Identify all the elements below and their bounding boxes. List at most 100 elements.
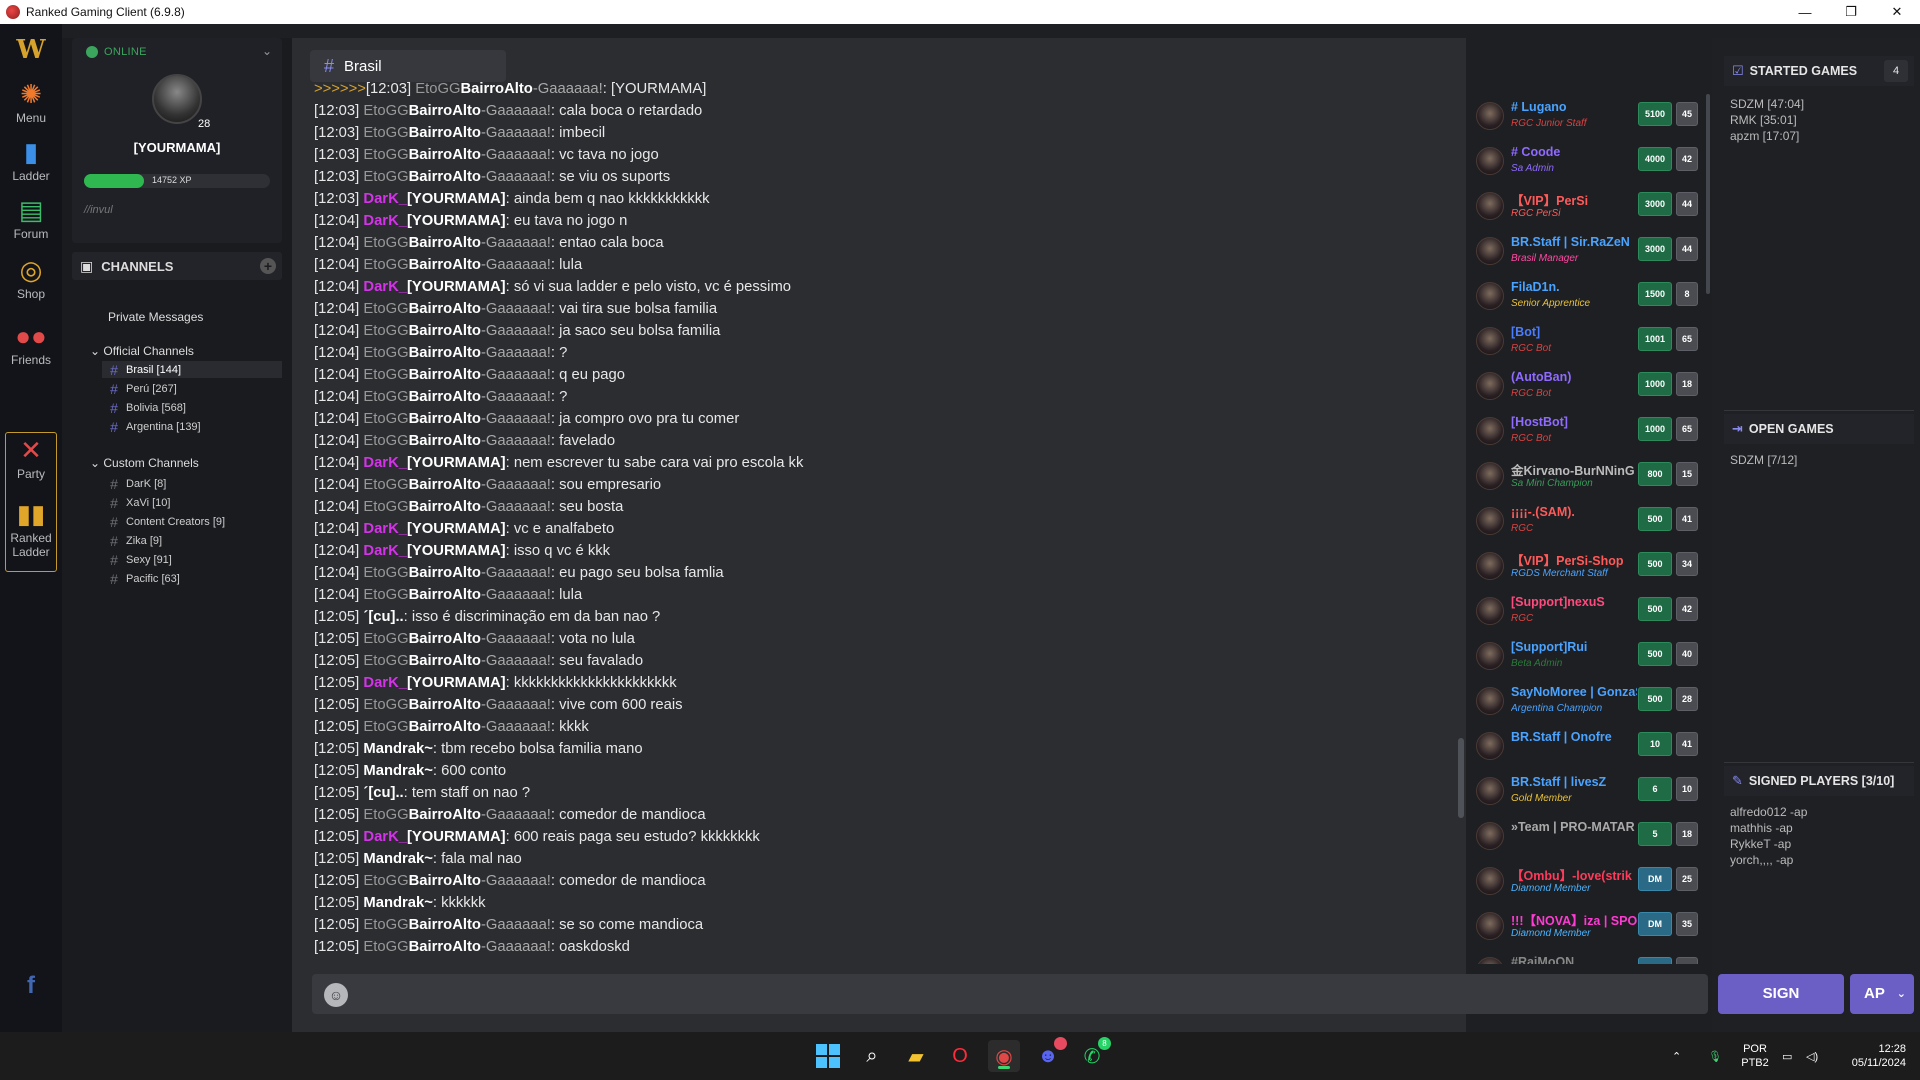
message-nick[interactable]: BairroAlto: [409, 939, 481, 955]
message-nick[interactable]: BairroAlto: [409, 367, 481, 383]
player-row[interactable]: # Coode Sa Admin 4000 42: [1466, 139, 1706, 181]
volume-icon[interactable]: ◁): [1806, 1032, 1818, 1080]
message-nick[interactable]: DarK_: [363, 191, 407, 207]
channel-item-sexy[interactable]: # Sexy [91]: [102, 551, 282, 568]
player-row[interactable]: 【VIP】PerSi RGC PerSi 3000 44: [1466, 184, 1706, 226]
rail-menu[interactable]: ✺ Menu: [0, 80, 62, 125]
message-nick[interactable]: DarK_: [363, 279, 407, 295]
rail-forum[interactable]: ▤ Forum: [0, 196, 62, 241]
whatsapp-icon[interactable]: ✆ 8: [1076, 1037, 1111, 1072]
microphone-icon[interactable]: 🎙: [1708, 1032, 1722, 1080]
message-nick[interactable]: BairroAlto: [409, 565, 481, 581]
player-row[interactable]: 【VIP】PerSi-Shop RGDS Merchant Staff 500 34: [1466, 544, 1706, 586]
message-nick[interactable]: BairroAlto: [409, 147, 481, 163]
opera-browser-icon[interactable]: O: [944, 1040, 976, 1072]
player-row[interactable]: ¡¡¡¡-.(SAM). RGC 500 41: [1466, 499, 1706, 541]
message-nick[interactable]: BairroAlto: [409, 477, 481, 493]
message-nick[interactable]: BairroAlto: [409, 103, 481, 119]
search-icon[interactable]: ⌕: [856, 1040, 888, 1072]
channel-item-peru[interactable]: # Perú [267]: [102, 380, 282, 397]
rail-shop[interactable]: ◎ Shop: [0, 256, 62, 301]
add-channel-button[interactable]: +: [260, 258, 276, 274]
player-row[interactable]: SayNoMoree | GonzaS Argentina Champion 500…: [1466, 679, 1706, 721]
custom-channels-group[interactable]: ⌄ Custom Channels: [90, 456, 199, 470]
message-nick[interactable]: BairroAlto: [409, 873, 481, 889]
message-nick[interactable]: Mandrak~: [363, 741, 433, 757]
message-nick[interactable]: BairroAlto: [409, 587, 481, 603]
message-nick[interactable]: BairroAlto: [409, 235, 481, 251]
message-nick[interactable]: ´[cu]..: [363, 609, 403, 625]
message-nick[interactable]: ´[cu]..: [363, 785, 403, 801]
player-row[interactable]: 金Kirvano-BurNNinG Sa Mini Champion 800 15: [1466, 454, 1706, 496]
list-item[interactable]: RMK [35:01]: [1730, 112, 1804, 128]
message-nick[interactable]: Mandrak~: [363, 895, 433, 911]
player-row[interactable]: BR.Staff | Onofre 10 41: [1466, 724, 1706, 766]
channel-item-zika[interactable]: # Zika [9]: [102, 532, 282, 549]
player-row[interactable]: FilaD1n. Senior Apprentice 1500 8: [1466, 274, 1706, 316]
rail-party[interactable]: ✕ Party: [0, 436, 62, 481]
list-item[interactable]: apzm [17:07]: [1730, 128, 1804, 144]
message-nick[interactable]: BairroAlto: [409, 631, 481, 647]
message-nick[interactable]: BairroAlto: [409, 257, 481, 273]
player-row[interactable]: [Support]nexuS RGC 500 42: [1466, 589, 1706, 631]
message-nick[interactable]: BairroAlto: [409, 345, 481, 361]
started-games-count[interactable]: 4: [1884, 60, 1908, 82]
message-nick[interactable]: DarK_: [363, 675, 407, 691]
message-nick[interactable]: BairroAlto: [409, 433, 481, 449]
message-nick[interactable]: BairroAlto: [409, 719, 481, 735]
player-list-scrollbar[interactable]: [1706, 94, 1710, 294]
network-icon[interactable]: ▭: [1782, 1032, 1792, 1080]
message-nick[interactable]: BairroAlto: [409, 917, 481, 933]
channel-item-pacific[interactable]: # Pacific [63]: [102, 570, 282, 587]
message-nick[interactable]: BairroAlto: [409, 807, 481, 823]
message-nick[interactable]: Mandrak~: [363, 851, 433, 867]
message-nick[interactable]: DarK_: [363, 543, 407, 559]
list-item[interactable]: SDZM [47:04]: [1730, 96, 1804, 112]
start-button[interactable]: [812, 1040, 844, 1072]
chat-scrollbar[interactable]: [1458, 738, 1464, 818]
message-nick[interactable]: BairroAlto: [409, 125, 481, 141]
status-label[interactable]: ONLINE: [104, 46, 147, 58]
rail-ranked-ladder[interactable]: ▮▮ Ranked Ladder: [0, 500, 62, 559]
message-nick[interactable]: Mandrak~: [363, 763, 433, 779]
list-item[interactable]: SDZM [7/12]: [1730, 452, 1797, 468]
channel-item-brasil[interactable]: # Brasil [144]: [102, 361, 282, 378]
player-row[interactable]: (AutoBan) RGC Bot 1000 18: [1466, 364, 1706, 406]
ap-mode-dropdown[interactable]: AP ⌄: [1850, 974, 1914, 1014]
message-nick[interactable]: BairroAlto: [409, 389, 481, 405]
message-nick[interactable]: DarK_: [363, 455, 407, 471]
clock[interactable]: 12:28 05/11/2024: [1834, 1032, 1906, 1080]
ranked-gaming-client-icon[interactable]: ◉: [988, 1040, 1020, 1072]
player-row[interactable]: [Bot] RGC Bot 1001 65: [1466, 319, 1706, 361]
player-row[interactable]: BR.Staff | Sir.RaZeN Brasil Manager 3000 44: [1466, 229, 1706, 271]
chevron-down-icon[interactable]: ⌄: [262, 44, 272, 58]
avatar[interactable]: [152, 74, 202, 124]
message-nick[interactable]: DarK_: [363, 521, 407, 537]
message-nick[interactable]: DarK_: [363, 213, 407, 229]
player-row[interactable]: # Lugano RGC Junior Staff 5100 45: [1466, 94, 1706, 136]
channel-item-argentina[interactable]: # Argentina [139]: [102, 418, 282, 435]
message-nick[interactable]: BairroAlto: [409, 499, 481, 515]
language-indicator[interactable]: POR PTB2: [1740, 1032, 1770, 1080]
channel-item-xavi[interactable]: # XaVi [10]: [102, 494, 282, 511]
message-nick[interactable]: BairroAlto: [409, 653, 481, 669]
message-nick[interactable]: DarK_: [363, 829, 407, 845]
rail-logo[interactable]: W: [0, 36, 62, 67]
minimize-button[interactable]: —: [1782, 0, 1828, 24]
chat-log[interactable]: >>>>>>[12:03] EtoGGBairroAlto-Gaaaaaa!: …: [314, 78, 1434, 1000]
rail-ladder[interactable]: ▮ Ladder: [0, 138, 62, 183]
private-messages-link[interactable]: Private Messages: [108, 310, 203, 324]
channel-item-dark[interactable]: # DarK [8]: [102, 475, 282, 492]
official-channels-group[interactable]: ⌄ Official Channels: [90, 344, 194, 358]
tray-overflow-chevron-icon[interactable]: ⌃: [1672, 1032, 1681, 1080]
discord-icon[interactable]: ☻: [1032, 1037, 1067, 1072]
message-nick[interactable]: BairroAlto: [460, 81, 532, 97]
rail-friends[interactable]: ●● Friends: [0, 322, 62, 367]
message-nick[interactable]: BairroAlto: [409, 323, 481, 339]
emoji-icon[interactable]: ☺: [324, 983, 348, 1007]
sign-button[interactable]: SIGN: [1718, 974, 1844, 1014]
player-row[interactable]: 【Ombu】-love(strik Diamond Member DM 25: [1466, 859, 1706, 901]
message-nick[interactable]: BairroAlto: [409, 169, 481, 185]
player-row[interactable]: »Team | PRO-MATAR 5 18: [1466, 814, 1706, 856]
player-row[interactable]: [HostBot] RGC Bot 1000 65: [1466, 409, 1706, 451]
